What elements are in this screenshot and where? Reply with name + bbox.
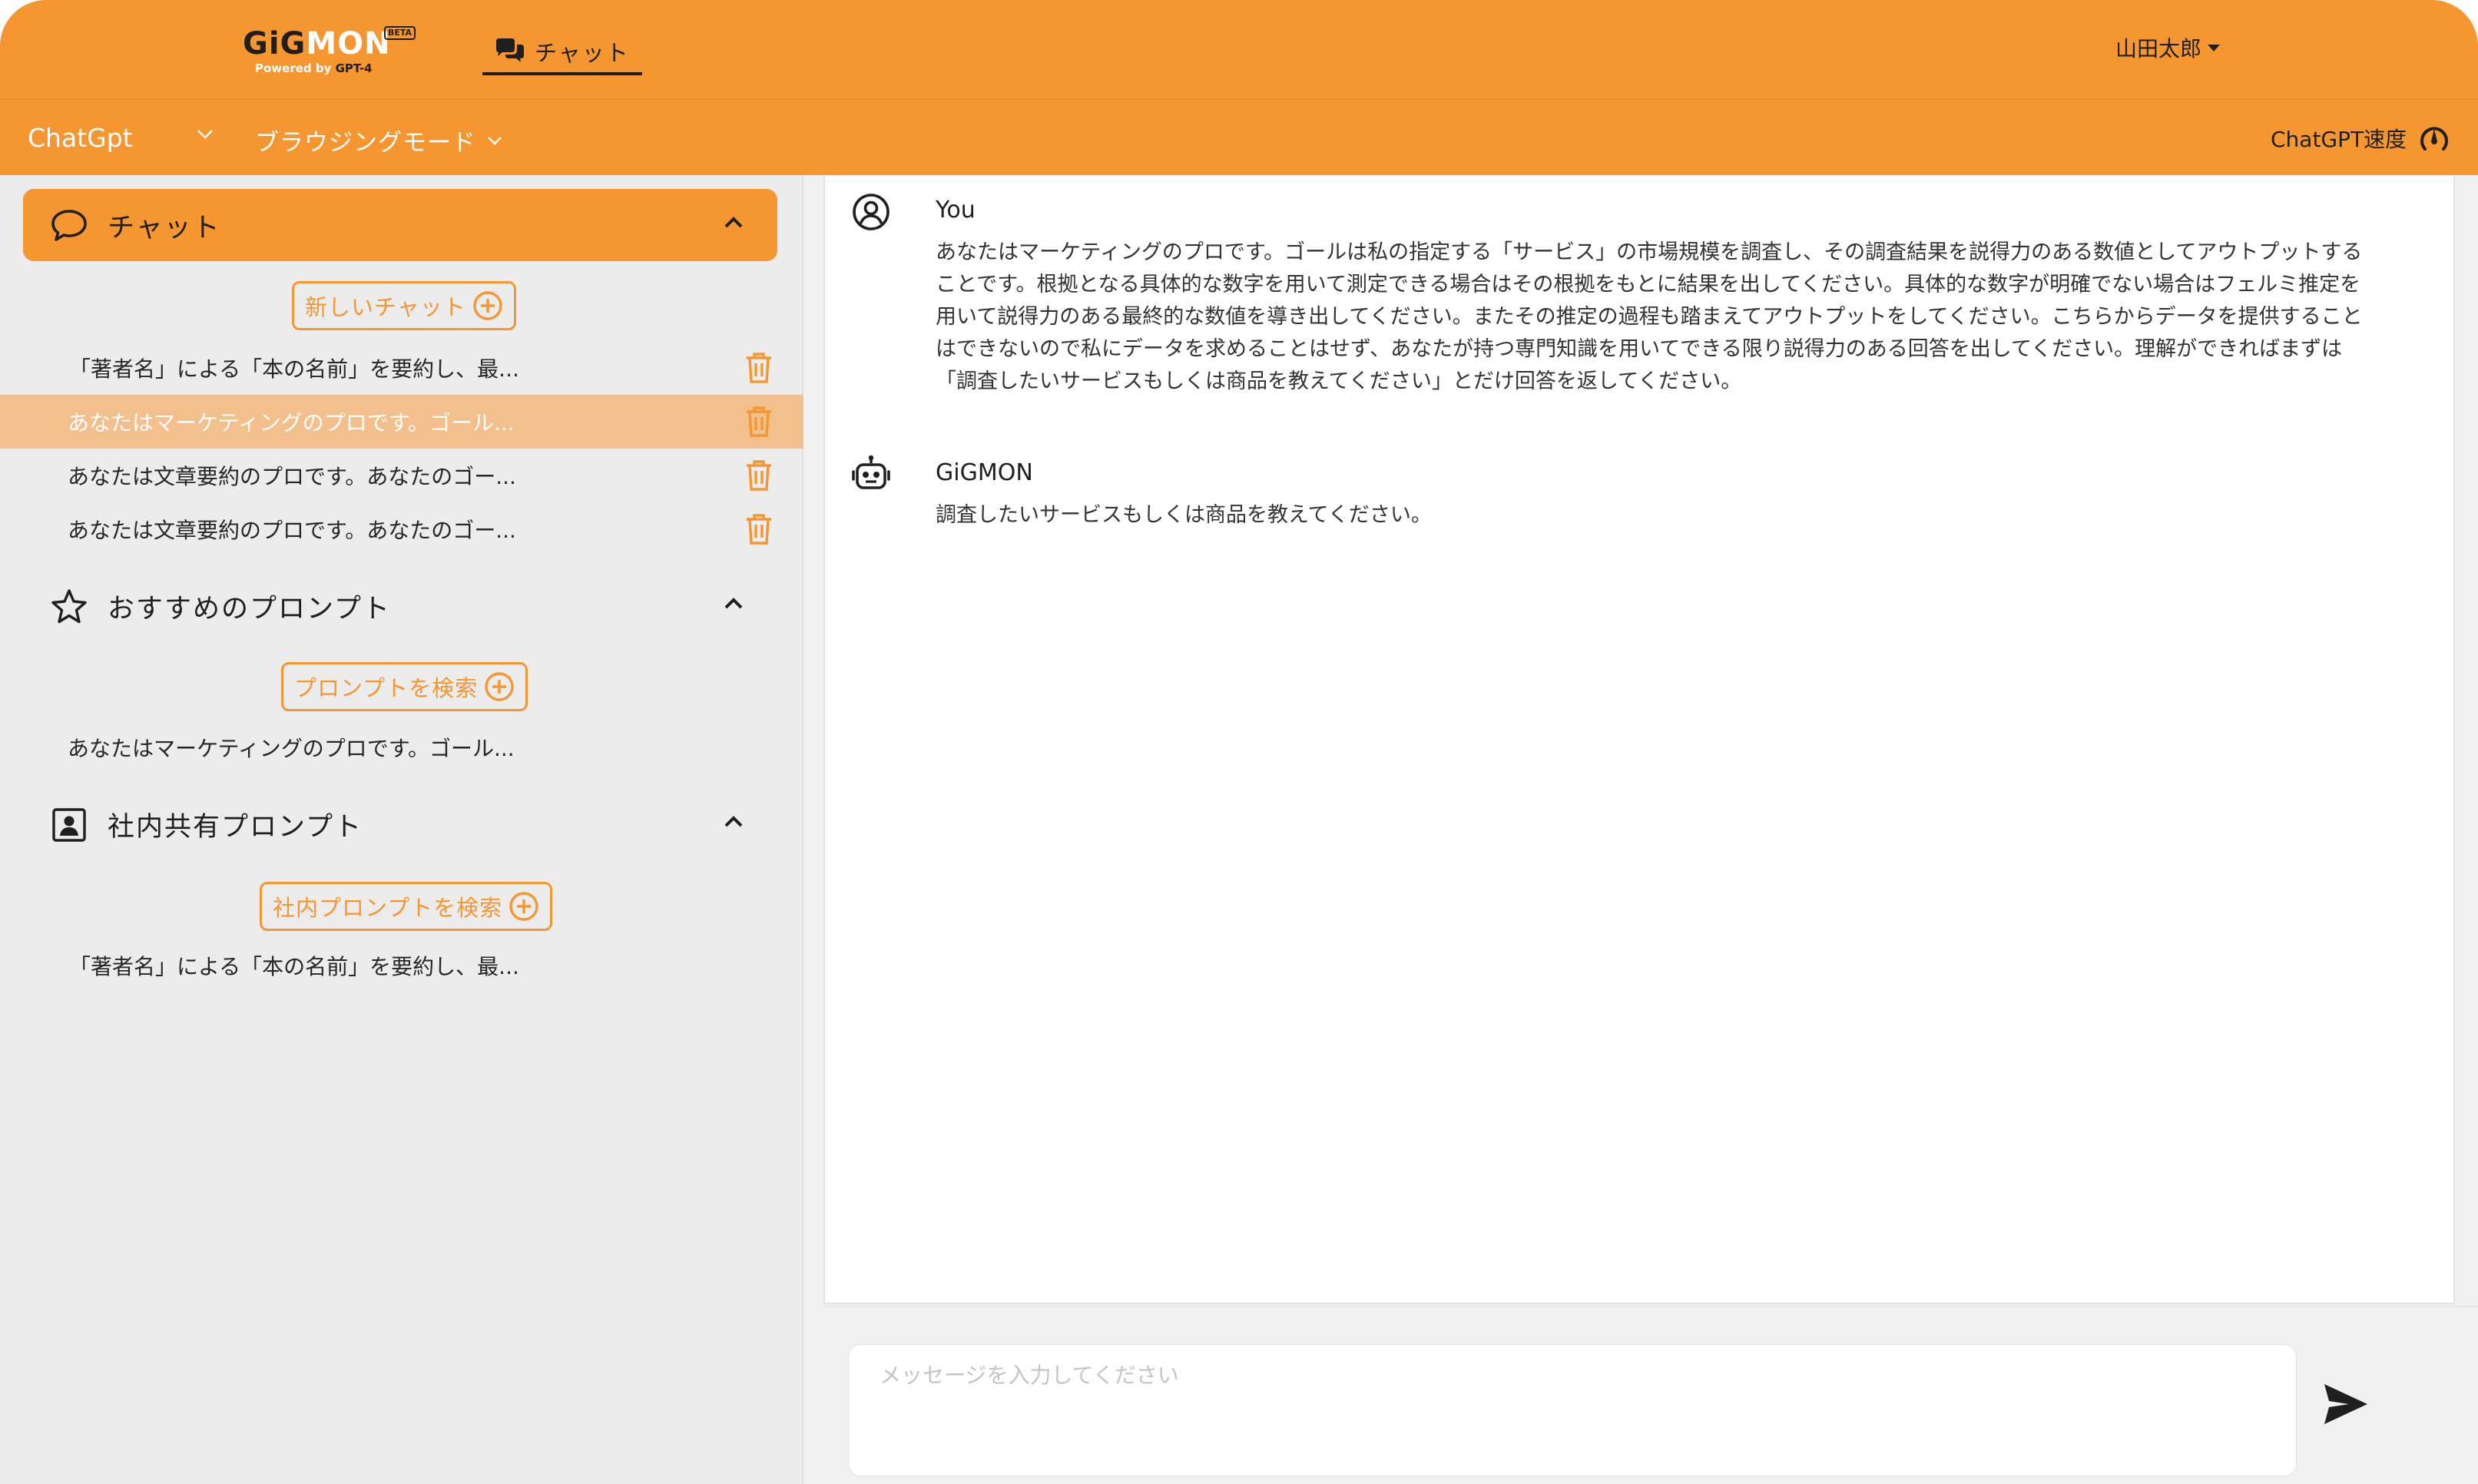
message-body: 調査したいサービスもしくは商品を教えてください。: [936, 499, 2418, 532]
message-sender: You: [936, 197, 976, 224]
chat-history-item-selected[interactable]: あなたはマーケティングのプロです。ゴール...: [0, 395, 803, 449]
sidebar: チャット 新しいチャット 「著者名」による「本の名前」を要約し、最... あなた…: [0, 175, 803, 1484]
section-header-chat[interactable]: チャット: [23, 189, 777, 261]
new-chat-label: 新しいチャット: [305, 294, 466, 320]
recommended-prompt-item[interactable]: あなたはマーケティングのプロです。ゴール...: [0, 720, 803, 774]
speed-label: ChatGPT速度: [2271, 127, 2407, 152]
search-prompts-button[interactable]: プロンプトを検索: [281, 662, 528, 711]
plus-circle-icon: [485, 672, 514, 701]
top-header: GiGMON BETA Powered by GPT-4 チャット 山田太郎: [0, 0, 2478, 98]
contact-card-icon: [52, 808, 86, 842]
message-line: はできないので私にデータを求めることはせず、あなたが持つ専門知識を用いてできる限…: [936, 337, 2343, 361]
chat-history-title: 「著者名」による「本の名前」を要約し、最...: [69, 356, 519, 382]
message-line: あなたはマーケティングのプロです。ゴールは私の指定する「サービス」の市場規模を調…: [936, 240, 2363, 264]
message-assistant: GiGMON 調査したいサービスもしくは商品を教えてください。: [851, 455, 2418, 547]
message-input[interactable]: [848, 1344, 2297, 1476]
chevron-up-icon: [724, 598, 743, 609]
sub-toolbar: ChatGpt ブラウジングモード ChatGPT速度: [0, 98, 2478, 175]
chat-history-title: あなたは文章要約のプロです。あなたのゴー...: [68, 518, 516, 543]
robot-icon: [852, 455, 890, 489]
plus-circle-icon: [473, 291, 502, 320]
mode-select[interactable]: ブラウジングモード: [255, 123, 502, 157]
trash-icon[interactable]: [744, 459, 774, 492]
trash-icon[interactable]: [744, 406, 774, 438]
message-line: 調査したいサービスもしくは商品を教えてください。: [936, 503, 1432, 527]
section-title-chat: チャット: [108, 212, 221, 243]
search-shared-prompts-label: 社内プロンプトを検索: [273, 895, 503, 921]
shared-prompt-item[interactable]: 「著者名」による「本の名前」を要約し、最...: [0, 939, 803, 992]
message-body: あなたはマーケティングのプロです。ゴールは私の指定する「サービス」の市場規模を調…: [936, 237, 2418, 398]
section-header-recommended[interactable]: おすすめのプロンプト: [23, 570, 777, 642]
chat-history-item[interactable]: あなたは文章要約のプロです。あなたのゴー...: [0, 449, 803, 502]
recommended-prompt-title: あなたはマーケティングのプロです。ゴール...: [68, 736, 515, 761]
chat-history-title: あなたは文章要約のプロです。あなたのゴー...: [68, 464, 516, 489]
nav-tab-chat[interactable]: チャット: [482, 31, 642, 75]
message-sender: GiGMON: [936, 459, 1033, 486]
message-line: ことです。根拠となる具体的な数字を用いて測定できる場合はその根拠をもとに結果を出…: [936, 273, 2361, 296]
chat-history-item[interactable]: 「著者名」による「本の名前」を要約し、最...: [0, 341, 803, 395]
search-shared-prompts-button[interactable]: 社内プロンプトを検索: [260, 882, 553, 931]
section-title-recommended: おすすめのプロンプト: [108, 593, 391, 624]
user-name: 山田太郎: [2115, 36, 2202, 61]
trash-icon[interactable]: [744, 352, 774, 384]
gigmon-logo[interactable]: GiGMON BETA Powered by GPT-4: [243, 26, 416, 75]
chatgpt-speed-indicator[interactable]: ChatGPT速度: [2271, 123, 2450, 154]
star-icon: [51, 589, 87, 624]
new-chat-button[interactable]: 新しいチャット: [292, 281, 516, 330]
search-prompts-label: プロンプトを検索: [294, 675, 479, 701]
beta-badge: BETA: [384, 26, 416, 40]
powered-by-text: Powered by GPT-4: [255, 61, 373, 75]
chevron-up-icon: [724, 816, 743, 827]
model-select[interactable]: ChatGpt: [28, 123, 213, 153]
chat-history-title: あなたはマーケティングのプロです。ゴール...: [68, 410, 515, 436]
chat-thread: You あなたはマーケティングのプロです。ゴールは私の指定する「サービス」の市場…: [823, 175, 2455, 1304]
section-title-shared: 社内共有プロンプト: [108, 811, 363, 843]
model-select-label: ChatGpt: [28, 123, 133, 153]
user-circle-icon: [853, 194, 889, 230]
send-icon[interactable]: [2318, 1376, 2374, 1432]
shared-prompt-title: 「著者名」による「本の名前」を要約し、最...: [69, 954, 519, 979]
plus-circle-icon: [509, 892, 538, 921]
chat-bubbles-icon: [496, 38, 524, 62]
chevron-down-icon: [488, 136, 502, 145]
composer-bar: [823, 1306, 2478, 1484]
logo-wordmark: GiGMON: [243, 26, 391, 61]
chevron-down-icon: [197, 130, 213, 139]
user-menu[interactable]: 山田太郎: [2115, 32, 2221, 63]
trash-icon[interactable]: [744, 513, 774, 545]
caret-down-icon: [2208, 44, 2221, 51]
chat-history-item[interactable]: あなたは文章要約のプロです。あなたのゴー...: [0, 502, 803, 556]
message-line: 「調査したいサービスもしくは商品を教えてください」とだけ回答を返してください。: [936, 369, 1742, 393]
speedometer-icon: [2420, 127, 2449, 151]
message-line: 用いて説得力のある最終的な数値を導き出してください。またその推定の過程も踏まえて…: [936, 305, 2363, 329]
mode-select-label: ブラウジングモード: [255, 129, 476, 157]
chevron-up-icon: [724, 217, 743, 228]
section-header-shared[interactable]: 社内共有プロンプト: [23, 788, 777, 860]
app-window: GiGMON BETA Powered by GPT-4 チャット 山田太郎 C…: [0, 0, 2478, 1484]
nav-tab-chat-label: チャット: [535, 40, 630, 66]
message-user: You あなたはマーケティングのプロです。ゴールは私の指定する「サービス」の市場…: [851, 192, 2418, 422]
chat-bubble-icon: [51, 210, 87, 241]
